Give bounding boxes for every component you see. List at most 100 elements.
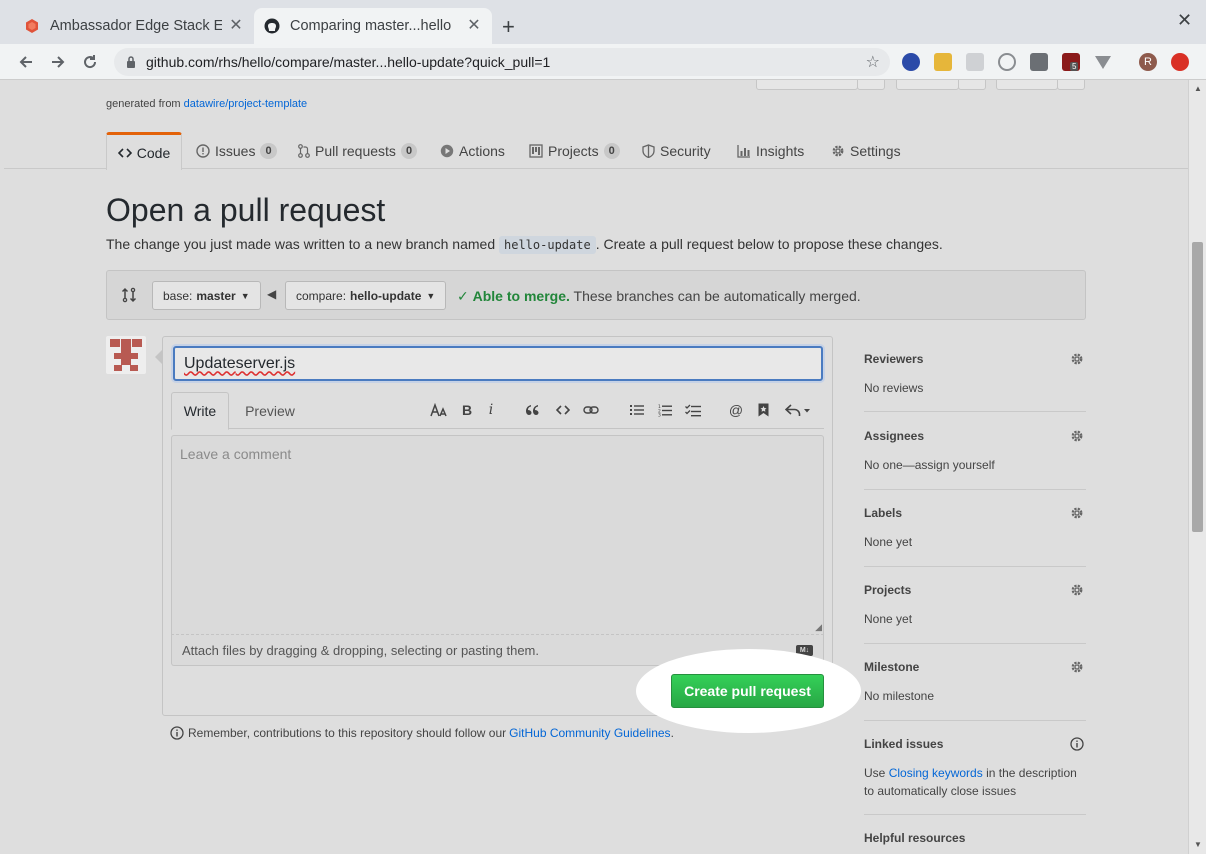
gear-icon[interactable]	[1070, 583, 1084, 597]
page-subtext: The change you just made was written to …	[106, 236, 943, 254]
sidebar-value: None yet	[864, 612, 913, 626]
bookmark-star-icon[interactable]: ☆	[866, 52, 880, 72]
extension-vue-icon[interactable]	[1094, 53, 1112, 71]
extension-puzzle-icon[interactable]	[966, 53, 984, 71]
code-icon	[117, 147, 132, 159]
info-icon[interactable]	[1070, 737, 1084, 751]
numbered-list-icon[interactable]: 123	[655, 400, 675, 420]
sidebar-title: Helpful resources	[864, 831, 966, 845]
star-dropdown-button[interactable]	[958, 80, 986, 90]
base-branch-select[interactable]: base: master ▼	[152, 281, 261, 310]
forward-arrow-icon[interactable]	[46, 50, 70, 74]
page-title: Open a pull request	[106, 192, 386, 228]
template-link[interactable]: datawire/project-template	[184, 98, 308, 110]
comment-textarea[interactable]: Leave a comment ◢	[171, 435, 824, 635]
avatar[interactable]	[106, 336, 146, 374]
gear-icon[interactable]	[1070, 660, 1084, 674]
fork-count-button[interactable]	[1057, 80, 1085, 90]
watch-dropdown-button[interactable]	[857, 80, 885, 90]
chevron-down-icon: ▼	[240, 290, 250, 301]
sidebar-assignees: Assignees No one—assign yourself	[864, 413, 1086, 490]
url-text: github.com/rhs/hello/compare/master...he…	[146, 54, 551, 70]
unwatch-button[interactable]	[756, 80, 858, 90]
link-icon[interactable]	[581, 400, 601, 420]
update-icon[interactable]	[1171, 53, 1189, 71]
chevron-down-icon: ▼	[426, 290, 436, 301]
profile-avatar[interactable]: R	[1139, 53, 1157, 71]
tab-write[interactable]: Write	[171, 392, 229, 430]
tab-actions[interactable]: Actions	[440, 132, 505, 169]
sidebar-title: Assignees	[864, 429, 925, 443]
address-bar[interactable]: github.com/rhs/hello/compare/master...he…	[114, 48, 890, 76]
extension-r-icon[interactable]	[934, 53, 952, 71]
mention-icon[interactable]: @	[726, 400, 746, 420]
tab-projects[interactable]: Projects 0	[529, 132, 620, 169]
close-tab-icon[interactable]: ✕	[228, 18, 244, 34]
tab-code[interactable]: Code	[106, 132, 182, 170]
code-icon[interactable]	[553, 400, 573, 420]
reply-dropdown-icon[interactable]	[783, 400, 813, 420]
star-button[interactable]	[896, 80, 959, 90]
bold-icon[interactable]: B	[458, 400, 476, 420]
sidebar-value: No reviews	[864, 381, 924, 395]
sidebar-value[interactable]: No one—assign yourself	[864, 456, 1086, 474]
text-size-icon[interactable]	[429, 400, 449, 420]
scroll-down-arrow-icon[interactable]: ▼	[1194, 840, 1202, 849]
scrollbar-thumb[interactable]	[1192, 242, 1203, 532]
create-pull-request-button[interactable]: Create pull request	[671, 674, 824, 708]
closing-keywords-link[interactable]: Closing keywords	[889, 766, 983, 780]
shield-icon	[642, 143, 655, 158]
gear-icon[interactable]	[1070, 506, 1084, 520]
italic-icon[interactable]: i	[482, 400, 500, 420]
issue-icon	[196, 143, 210, 158]
browser-tab-comparing[interactable]: Comparing master...hello ✕	[254, 8, 492, 44]
window-close-icon[interactable]: ✕	[1177, 10, 1192, 31]
fork-button[interactable]	[996, 80, 1058, 90]
close-tab-icon[interactable]: ✕	[466, 18, 482, 34]
github-page: generated from datawire/project-template…	[0, 80, 1188, 854]
sidebar-value: None yet	[864, 535, 913, 549]
quote-icon[interactable]	[522, 400, 542, 420]
sidebar-value: Use Closing keywords in the description …	[864, 766, 1077, 798]
bullet-list-icon[interactable]	[627, 400, 647, 420]
extension-history-icon[interactable]	[998, 53, 1016, 71]
new-tab-icon[interactable]: +	[502, 14, 515, 40]
lock-icon	[126, 56, 136, 68]
pulls-counter: 0	[400, 142, 418, 159]
saved-reply-bookmark-icon[interactable]	[755, 400, 771, 420]
sidebar-reviewers: Reviewers No reviews	[864, 336, 1086, 412]
sidebar-helpful-resources: Helpful resources	[864, 815, 1086, 854]
reload-icon[interactable]	[78, 50, 102, 74]
tab-insights[interactable]: Insights	[737, 132, 804, 169]
gear-icon[interactable]	[1070, 352, 1084, 366]
projects-counter: 0	[603, 142, 620, 159]
sidebar-title: Linked issues	[864, 737, 944, 751]
extension-f-icon[interactable]	[902, 53, 920, 71]
page-scrollbar[interactable]: ▲ ▼	[1188, 80, 1206, 854]
project-board-icon	[529, 143, 543, 158]
tab-settings[interactable]: Settings	[831, 132, 901, 169]
community-guidelines-link[interactable]: GitHub Community Guidelines	[509, 726, 670, 740]
extension-screenshot-icon[interactable]	[1030, 53, 1048, 71]
sidebar-value: No milestone	[864, 689, 935, 703]
back-arrow-icon[interactable]	[14, 50, 38, 74]
tab-preview[interactable]: Preview	[239, 392, 301, 429]
ublock-icon[interactable]: 5	[1062, 53, 1080, 71]
tab-security[interactable]: Security	[642, 132, 711, 169]
gear-icon[interactable]	[1070, 429, 1084, 443]
task-list-icon[interactable]	[683, 400, 703, 420]
pr-title-input[interactable]: Update server.js	[173, 346, 823, 381]
sidebar-labels: Labels None yet	[864, 490, 1086, 567]
browser-tab-title: Ambassador Edge Stack E	[50, 18, 222, 34]
tab-issues[interactable]: Issues 0	[196, 132, 277, 169]
scroll-up-arrow-icon[interactable]: ▲	[1194, 84, 1202, 93]
contribution-reminder: Remember, contributions to this reposito…	[170, 726, 674, 740]
browser-toolbar: github.com/rhs/hello/compare/master...he…	[0, 44, 1206, 80]
resize-handle-icon[interactable]: ◢	[815, 622, 822, 633]
browser-tab-title: Comparing master...hello	[290, 18, 452, 34]
sidebar-title: Milestone	[864, 660, 920, 674]
tab-pull-requests[interactable]: Pull requests 0	[298, 132, 418, 169]
generated-from: generated from datawire/project-template	[106, 98, 308, 110]
compare-branch-select[interactable]: compare: hello-update ▼	[285, 281, 447, 310]
browser-tab-ambassador[interactable]: Ambassador Edge Stack E ✕	[14, 8, 254, 44]
